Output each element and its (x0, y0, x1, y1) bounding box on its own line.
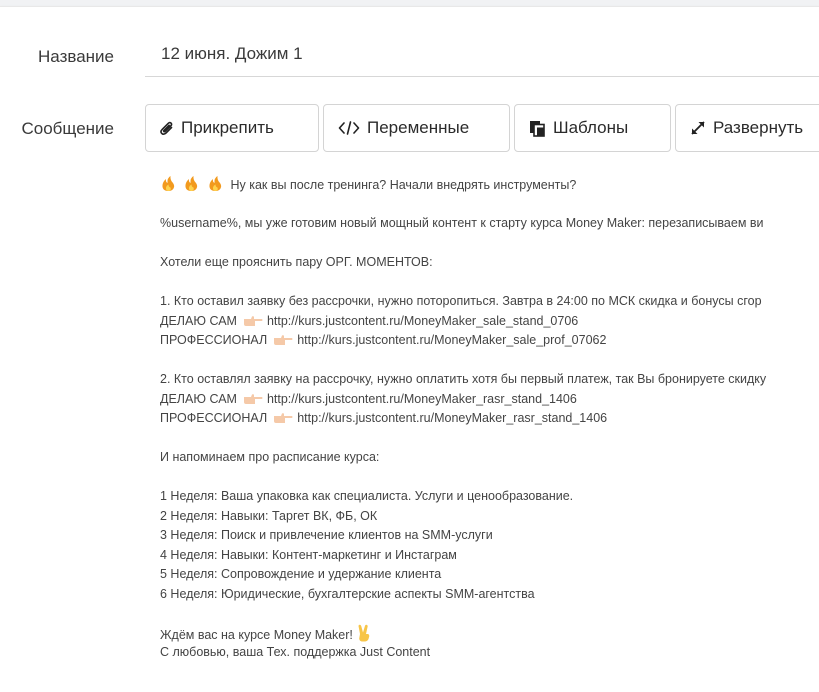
expand-icon (690, 120, 706, 136)
message-signature: С любовью, ваша Тех. поддержка Just Cont… (160, 645, 431, 659)
message-paragraph: 1. Кто оставил заявку без рассрочки, нуж… (160, 294, 762, 308)
fire-icon (207, 175, 224, 199)
message-link-line: ПРОФЕССИОНАЛ http://kurs.justcontent.ru/M… (160, 409, 819, 429)
fire-icon (183, 175, 200, 199)
message-paragraph: 2. Кто оставлял заявку на рассрочку, нуж… (160, 372, 767, 386)
link-label: ДЕЛАЮ САМ (160, 391, 237, 406)
link-label: ПРОФЕССИОНАЛ (160, 411, 268, 425)
expand-button-label: Развернуть (713, 118, 804, 137)
variables-button-label: Переменные (367, 118, 470, 137)
templates-button[interactable]: Шаблоны (514, 104, 671, 152)
schedule-item: 1 Неделя: Ваша упаковка как специалиста.… (160, 489, 574, 503)
code-icon (338, 121, 360, 135)
attach-button-label: Прикрепить (181, 118, 274, 137)
schedule-item: 4 Неделя: Навыки: Контент-маркетинг и Ин… (160, 547, 457, 562)
copy-icon (529, 120, 546, 137)
name-label: Название (38, 47, 114, 66)
schedule-item: 2 Неделя: Навыки: Таргет ВК, ФБ, ОК (160, 508, 378, 523)
pointing-right-icon (273, 411, 293, 431)
message-link-line: ПРОФЕССИОНАЛ http://kurs.justcontent.ru/M… (160, 331, 819, 351)
message-body[interactable]: Ну как вы после тренинга? Начали внедрят… (160, 175, 819, 663)
schedule-item: 3 Неделя: Поиск и привлечение клиентов н… (160, 528, 493, 542)
campaign-editor-panel: Название Сообщение Прикрепить Переменные… (0, 6, 819, 692)
message-paragraph: И напоминаем про расписание курса: (160, 450, 380, 464)
variables-button[interactable]: Переменные (323, 104, 510, 152)
fire-icon (160, 175, 177, 199)
templates-button-label: Шаблоны (553, 118, 629, 137)
schedule-item: 6 Неделя: Юридические, бухгалтерские асп… (160, 586, 535, 601)
message-label: Сообщение (21, 119, 114, 138)
link-label: ПРОФЕССИОНАЛ (160, 333, 268, 347)
link-label: ДЕЛАЮ САМ (160, 313, 237, 328)
message-link-line: ДЕЛАЮ САМ http://kurs.justcontent.ru/Mone… (160, 312, 819, 332)
message-link-line: ДЕЛАЮ САМ http://kurs.justcontent.ru/Mone… (160, 390, 819, 410)
pointing-right-icon (273, 333, 293, 353)
expand-button[interactable]: Развернуть (675, 104, 819, 152)
schedule-item: 5 Неделя: Сопровождение и удержание клие… (160, 567, 442, 581)
message-outro-line: Ждём вас на курсе Money Maker! (160, 624, 819, 644)
link-url: http://kurs.justcontent.ru/MoneyMaker_sa… (297, 333, 607, 347)
link-url: http://kurs.justcontent.ru/MoneyMaker_ra… (266, 391, 577, 406)
name-input[interactable] (145, 31, 819, 77)
message-intro-text: Ну как вы после тренинга? Начали внедрят… (230, 178, 577, 192)
message-paragraph: %username%, мы уже готовим новый мощный … (160, 216, 764, 230)
link-url: http://kurs.justcontent.ru/MoneyMaker_ra… (297, 411, 608, 425)
message-paragraph: Хотели еще прояснить пару ОРГ. МОМЕНТОВ: (160, 255, 433, 269)
message-intro-line: Ну как вы после тренинга? Начали внедрят… (160, 175, 819, 195)
message-outro-text: Ждём вас на курсе Money Maker! (160, 627, 353, 642)
attach-button[interactable]: Прикрепить (145, 104, 319, 152)
link-url: http://kurs.justcontent.ru/MoneyMaker_sa… (266, 313, 579, 328)
paperclip-icon (160, 120, 174, 136)
